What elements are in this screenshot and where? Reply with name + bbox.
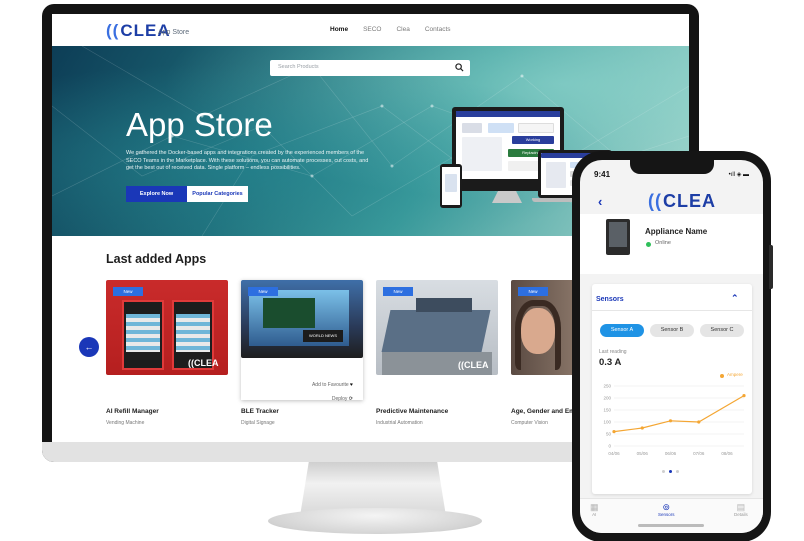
search-bar[interactable]: Search Products (270, 60, 470, 76)
page-dot-active[interactable] (669, 470, 672, 473)
app-category: Computer Vision (511, 420, 548, 426)
phone-screen: 9:41 •ıll ◈ ▬ ‹ ((CLEA Appliance Name On… (580, 160, 763, 533)
online-status-text: Online (655, 240, 671, 246)
details-icon: ▤ (736, 502, 746, 512)
illustration-working-label: Working (512, 136, 554, 144)
y-tick-label: 150 (603, 408, 611, 413)
popular-categories-button[interactable]: Popular Categories (187, 186, 248, 202)
data-point (612, 430, 616, 434)
carousel-prev-button[interactable]: ← (79, 337, 99, 357)
tab-sensors[interactable]: ⊚ Sensors (658, 502, 675, 517)
status-icons: •ıll ◈ ▬ (728, 172, 749, 178)
section-title: Last added Apps (106, 252, 207, 266)
main-nav: Home SECO Clea Contacts (330, 26, 451, 33)
appliance-name: Appliance Name (645, 227, 708, 236)
sensors-title: Sensors (596, 296, 624, 303)
legend-dot (720, 374, 724, 378)
tab-sensor-b[interactable]: Sensor B (650, 324, 694, 337)
legend-label: Ampere (727, 372, 743, 377)
divider (592, 310, 752, 311)
chevron-up-icon[interactable]: ⌃ (731, 293, 739, 304)
x-tick-label: 08/06 (721, 451, 733, 456)
tab-ai[interactable]: ▦ AI (590, 502, 599, 517)
marketing-composite: ((CLEA App Store Home SECO Clea Contacts (0, 0, 804, 541)
phone-side-button (769, 245, 773, 289)
x-tick-label: 04/06 (608, 451, 620, 456)
refresh-icon[interactable]: ⟳ (349, 396, 353, 402)
ampere-line-chart: 0 50 100 150 200 250 04/06 05/06 06/06 07/06 08/06 (603, 384, 746, 456)
app-category: Industrial Automation (376, 420, 423, 426)
deploy-link[interactable]: Deploy ⟳ (332, 396, 353, 402)
y-tick-label: 50 (606, 432, 612, 437)
tab-sensor-c[interactable]: Sensor C (700, 324, 744, 337)
y-tick-label: 0 (608, 444, 611, 449)
x-tick-label: 05/06 (637, 451, 649, 456)
last-reading-value: 0.3 A (599, 357, 622, 368)
new-badge: New (248, 287, 278, 296)
new-badge: New (113, 287, 143, 296)
y-tick-label: 200 (603, 396, 611, 401)
new-badge: New (518, 287, 548, 296)
illustration-phone (440, 164, 462, 208)
nav-clea[interactable]: Clea (396, 26, 409, 33)
hero-description: We gathered the Docker-based apps and in… (126, 150, 369, 171)
site-header: ((CLEA App Store Home SECO Clea Contacts (52, 14, 689, 46)
logo-subtitle: App Store (158, 29, 190, 36)
clea-logo: ((CLEA (648, 191, 716, 211)
fridge-icon (606, 219, 630, 255)
data-point (640, 426, 644, 430)
app-name[interactable]: Age, Gender and Em (511, 408, 575, 415)
online-status-dot (646, 242, 651, 247)
clea-watermark-logo: ((CLEA (458, 360, 489, 370)
ai-icon: ▦ (590, 502, 599, 512)
app-name[interactable]: Predictive Maintenance (376, 408, 448, 415)
home-indicator (638, 524, 704, 527)
explore-now-button[interactable]: Explore Now (126, 186, 187, 202)
series-line-ampere (613, 395, 745, 433)
tab-details[interactable]: ▤ Details (734, 502, 748, 517)
search-placeholder: Search Products (278, 64, 319, 70)
app-name[interactable]: BLE Tracker (241, 408, 279, 415)
tab-sensor-a[interactable]: Sensor A (600, 324, 644, 337)
nav-seco[interactable]: SECO (363, 26, 381, 33)
page-dot[interactable] (662, 470, 665, 473)
data-point (668, 419, 673, 423)
new-badge: New (383, 287, 413, 296)
app-card-hovered[interactable]: WORLD NEWS New Add to Favourite ♥ Deploy… (241, 280, 363, 426)
hero-title: App Store (126, 106, 273, 143)
search-icon[interactable] (455, 63, 464, 72)
monitor-stand-base (268, 508, 482, 534)
add-to-favourite-link[interactable]: Add to Favourite ♥ (312, 382, 353, 388)
x-tick-label: 06/06 (665, 451, 677, 456)
app-category: Digital Signage (241, 420, 275, 426)
last-reading-label: Last reading (599, 349, 627, 355)
phone-notch (630, 160, 714, 174)
back-chevron-icon[interactable]: ‹ (598, 194, 602, 209)
data-point (742, 394, 746, 398)
app-card[interactable]: ((CLEA New Predictive Maintenance Indust… (376, 280, 498, 432)
page-dot[interactable] (676, 470, 679, 473)
smartphone: 9:41 •ıll ◈ ▬ ‹ ((CLEA Appliance Name On… (572, 151, 771, 541)
page-dots (662, 470, 679, 473)
nav-home[interactable]: Home (330, 26, 348, 33)
sensors-icon: ⊚ (662, 502, 671, 512)
data-point (697, 420, 701, 424)
app-card[interactable]: ((CLEA New AI Refill Manager Vending Mac… (106, 280, 228, 432)
y-tick-label: 100 (603, 420, 611, 425)
app-name[interactable]: AI Refill Manager (106, 408, 159, 415)
status-time: 9:41 (594, 170, 611, 179)
app-category: Vending Machine (106, 420, 145, 426)
y-tick-label: 250 (603, 384, 611, 389)
clea-watermark-logo: ((CLEA (188, 358, 219, 368)
nav-contacts[interactable]: Contacts (425, 26, 451, 33)
x-tick-label: 07/06 (693, 451, 705, 456)
heart-icon[interactable]: ♥ (350, 382, 353, 388)
